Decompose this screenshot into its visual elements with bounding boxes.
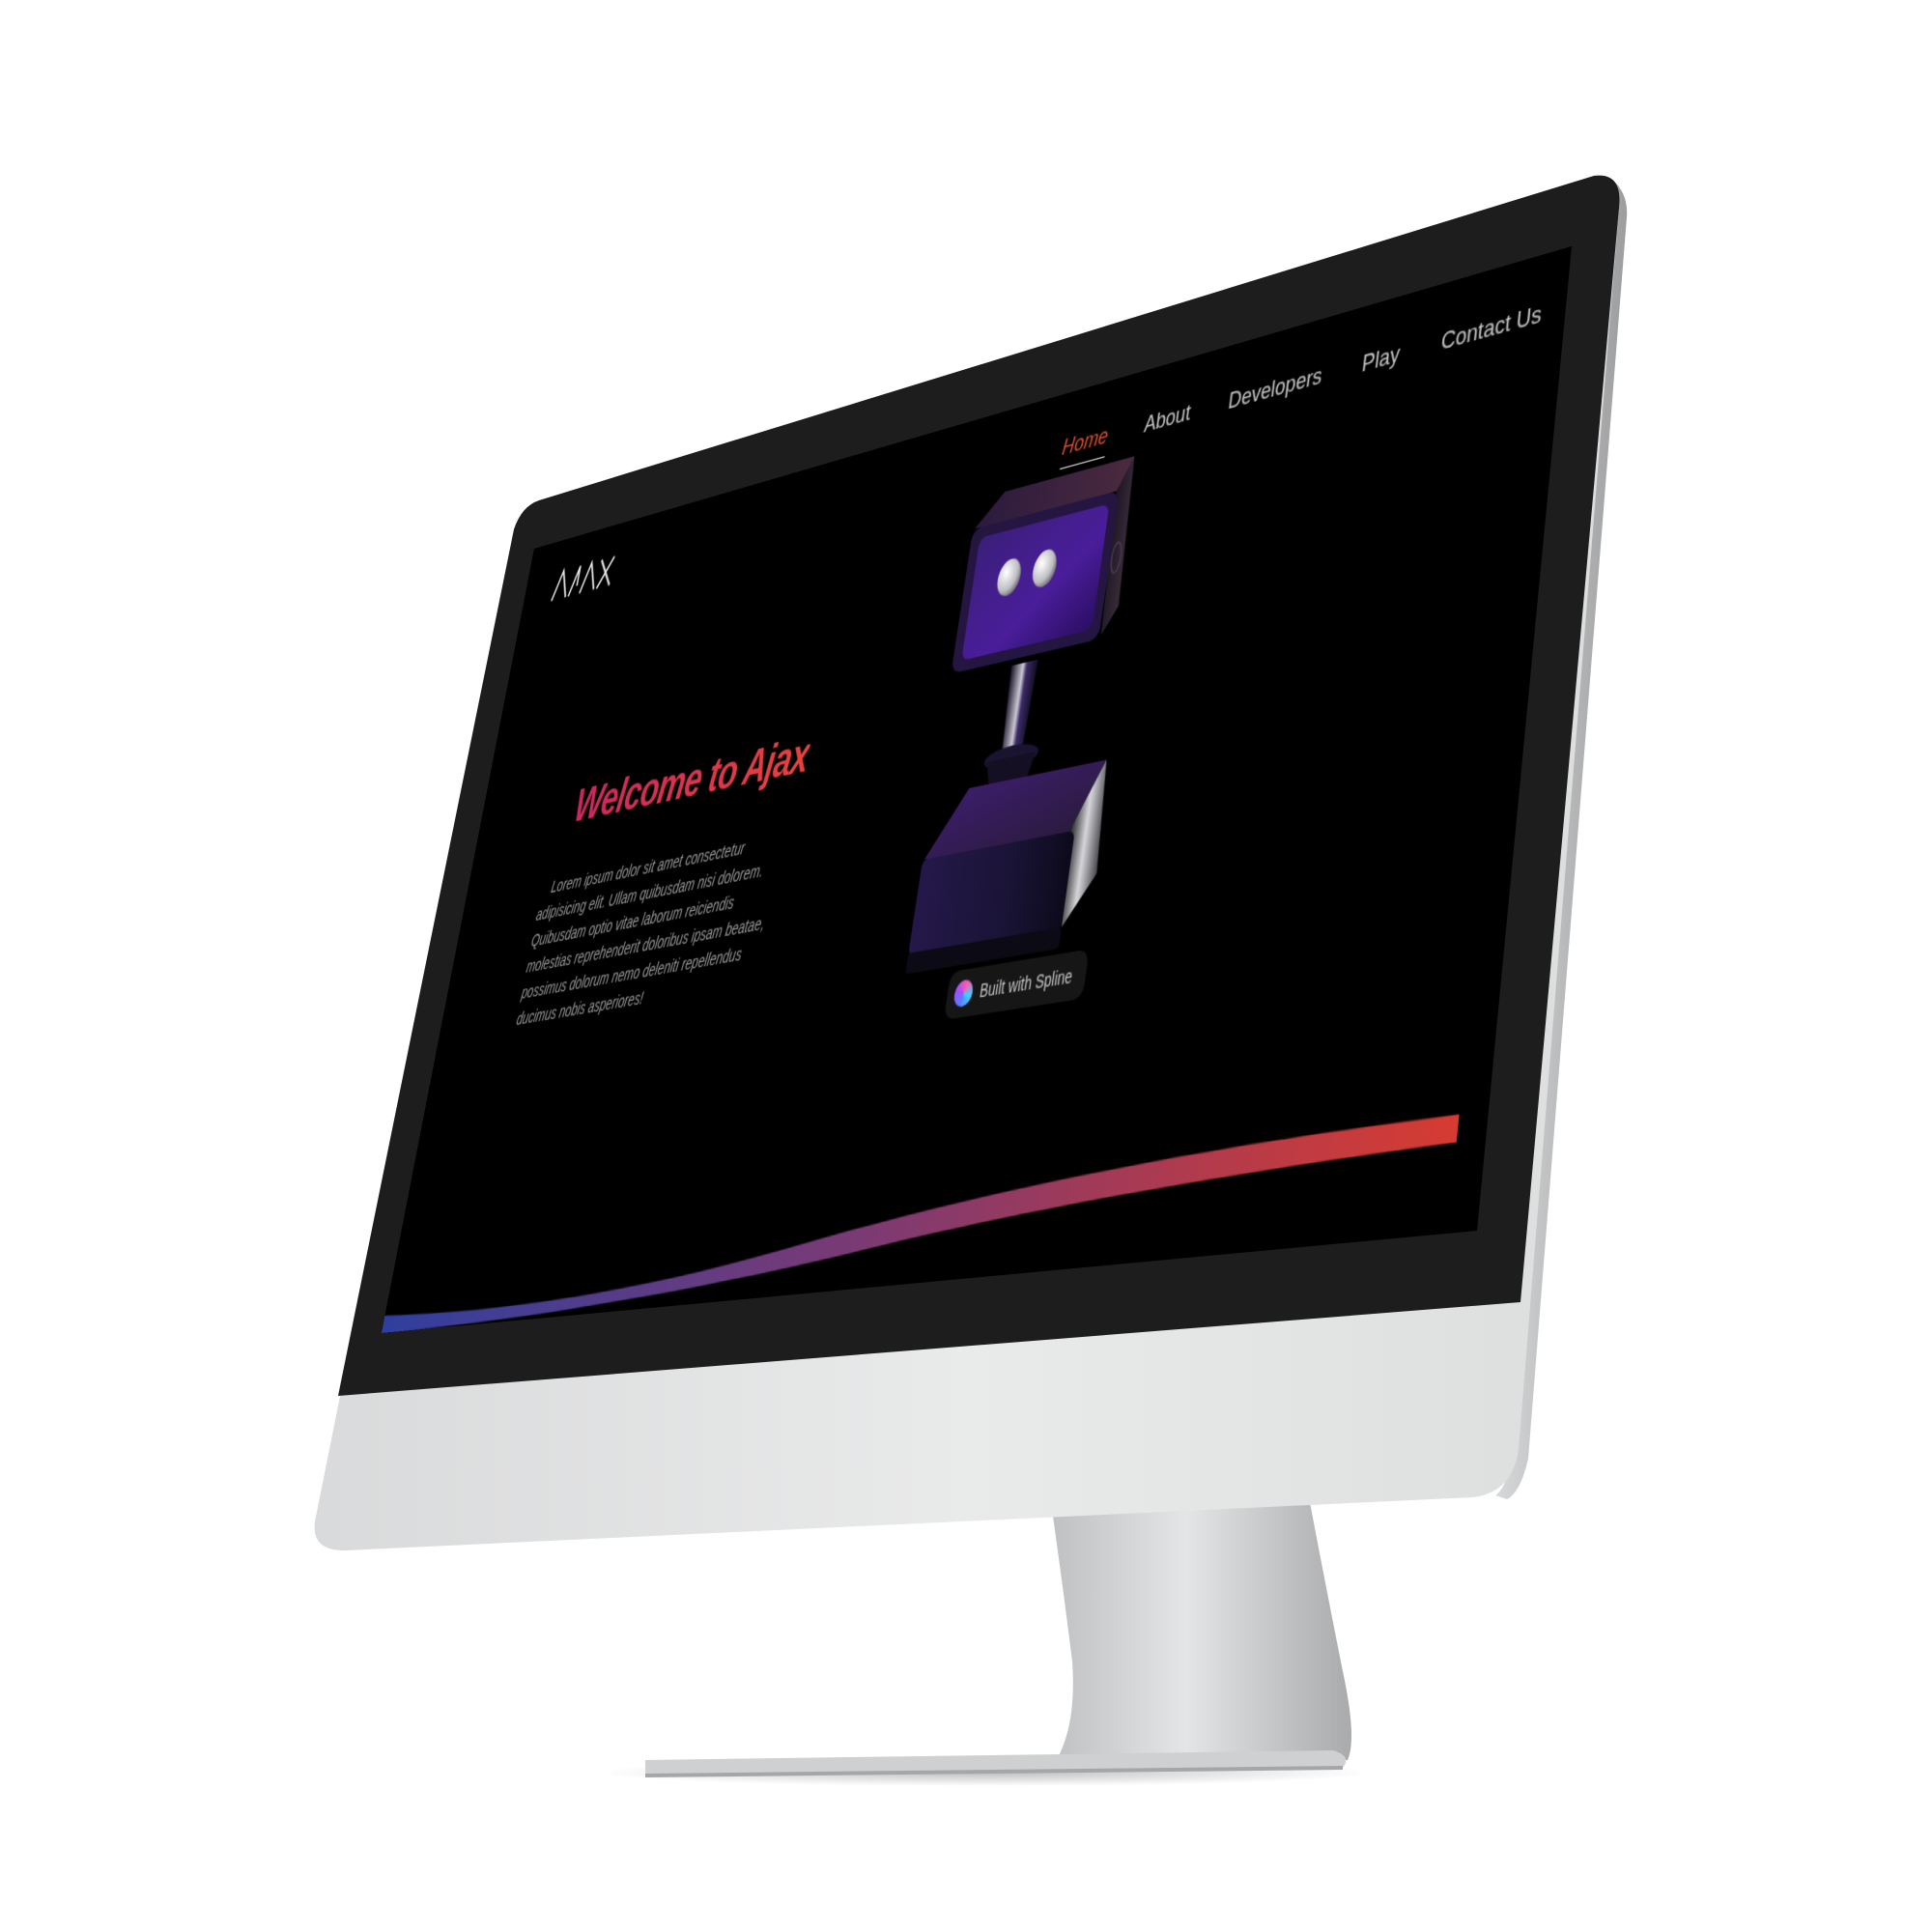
robot-3d-illustration[interactable]	[862, 397, 1219, 1048]
spline-logo-icon	[952, 978, 975, 1009]
spline-badge-label: Built with Spline	[978, 964, 1074, 1002]
stand-neck	[1051, 1497, 1351, 1766]
ajax-logo[interactable]	[548, 547, 619, 609]
nav-contact-us[interactable]: Contact Us	[1438, 300, 1543, 365]
nav-play[interactable]: Play	[1359, 341, 1401, 387]
nav-developers[interactable]: Developers	[1226, 362, 1323, 424]
monitor-mockup: Home About Developers Play Contact Us We…	[0, 0, 1932, 1932]
hero-title: Welcome to Ajax	[570, 727, 813, 833]
hero-description: Lorem ipsum dolor sit amet consectetur a…	[515, 838, 767, 1030]
